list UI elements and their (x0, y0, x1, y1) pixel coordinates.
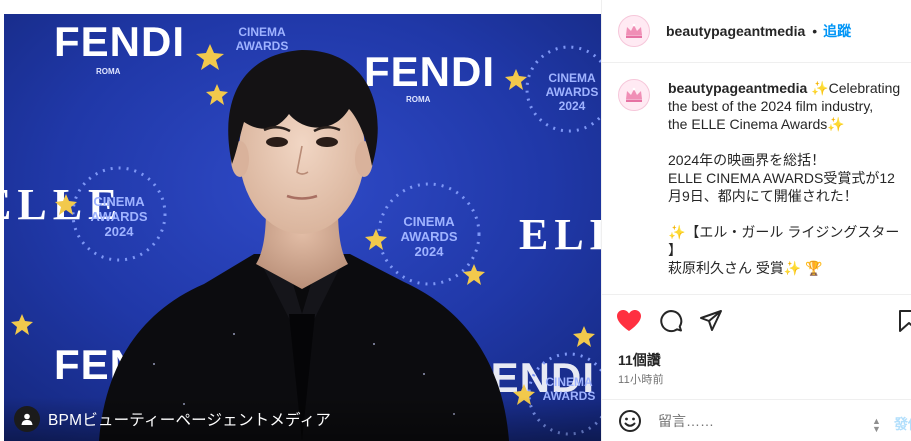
photo-credit-bar: BPMビューティーページェントメディア (4, 397, 601, 441)
post-comment-button[interactable]: 發佈 (894, 414, 911, 434)
caption-line-1: beautypageantmedia ✨Celebrating (668, 79, 911, 97)
action-bar (602, 296, 911, 346)
emblem-top-line-1: CINEMA (238, 25, 286, 39)
caption-body: beautypageantmedia ✨Celebrating the best… (668, 79, 911, 294)
header-separator: • (812, 23, 818, 39)
caption-line-5: 2024年の映画界を総括！ (668, 152, 826, 168)
like-count[interactable]: 11個讚 (618, 350, 661, 370)
caption-line-2: the best of the 2024 film industry, (668, 98, 874, 114)
caption-avatar[interactable] (618, 79, 650, 111)
bookmark-icon[interactable] (896, 308, 911, 334)
emblem-left-line-1: CINEMA (93, 194, 145, 209)
sort-arrows: ▲ ▼ (872, 416, 881, 434)
crown-icon (626, 23, 642, 38)
post-timestamp[interactable]: 11小時前 (618, 371, 664, 387)
follow-button[interactable]: 追蹤 (823, 21, 851, 41)
caption-line-6: ELLE CINEMA AWARDS受賞式が12 (668, 170, 895, 186)
caption-line-3: the ELLE Cinema Awards✨ (668, 116, 845, 132)
emblem-br-line-1: CINEMA (545, 375, 593, 389)
post-photo[interactable]: FENDI ROMA FENDI ROMA FENDI FENDI ELLE E… (4, 14, 601, 441)
emblem-right-line-2: AWARDS (546, 85, 599, 99)
backdrop-roma-1: ROMA (96, 67, 121, 76)
header-username[interactable]: beautypageantmedia (666, 23, 805, 39)
caption-line-blank-1 (668, 133, 911, 151)
photo-scene: FENDI ROMA FENDI ROMA FENDI FENDI ELLE E… (4, 14, 601, 441)
emblem-top-line-2: AWARDS (236, 39, 289, 53)
caption-line-7: 月9日、都内にて開催された！ (668, 188, 858, 204)
comment-icon[interactable] (658, 308, 684, 334)
backdrop-roma-2: ROMA (406, 95, 431, 104)
profile-avatar[interactable] (618, 15, 650, 47)
backdrop-elle-1: ELLE (519, 210, 601, 259)
award-emblem-top: CINEMA AWARDS (236, 25, 289, 53)
photo-credit-text: BPMビューティーページェントメディア (48, 412, 332, 429)
caption-line-10: 】 (668, 242, 682, 258)
comment-input[interactable] (658, 412, 858, 429)
crown-icon (626, 87, 642, 102)
emblem-center-line-1: CINEMA (403, 214, 455, 229)
heart-icon[interactable] (616, 308, 642, 334)
post-caption: beautypageantmedia ✨Celebrating the best… (602, 63, 911, 295)
emoji-icon[interactable] (618, 409, 642, 433)
caption-line-9: ✨【エル・ガール ライジングスター (668, 224, 900, 240)
caption-text-1: ✨Celebrating (811, 80, 901, 96)
emblem-left-line-2: AWARDS (90, 209, 147, 224)
emblem-left-line-3: 2024 (105, 224, 135, 239)
caption-username[interactable]: beautypageantmedia (668, 80, 807, 96)
caption-line-blank-2 (668, 205, 911, 223)
post-sidebar: beautypageantmedia • 追蹤 beautypageantmed… (601, 0, 911, 441)
post-header: beautypageantmedia • 追蹤 (602, 0, 911, 63)
emblem-right-line-3: 2024 (559, 99, 586, 113)
emblem-center-line-2: AWARDS (400, 229, 457, 244)
emblem-center-line-3: 2024 (415, 244, 445, 259)
emblem-right-line-1: CINEMA (548, 71, 596, 85)
user-tag-icon[interactable] (14, 406, 40, 432)
backdrop-fendi-1: FENDI (54, 18, 185, 65)
share-icon[interactable] (698, 308, 724, 334)
backdrop-fendi-2: FENDI (364, 48, 495, 95)
comment-bar: ▲ ▼ 發佈 (602, 399, 911, 441)
caption-line-11: 萩原利久さん 受賞✨ 🏆 (668, 260, 823, 276)
